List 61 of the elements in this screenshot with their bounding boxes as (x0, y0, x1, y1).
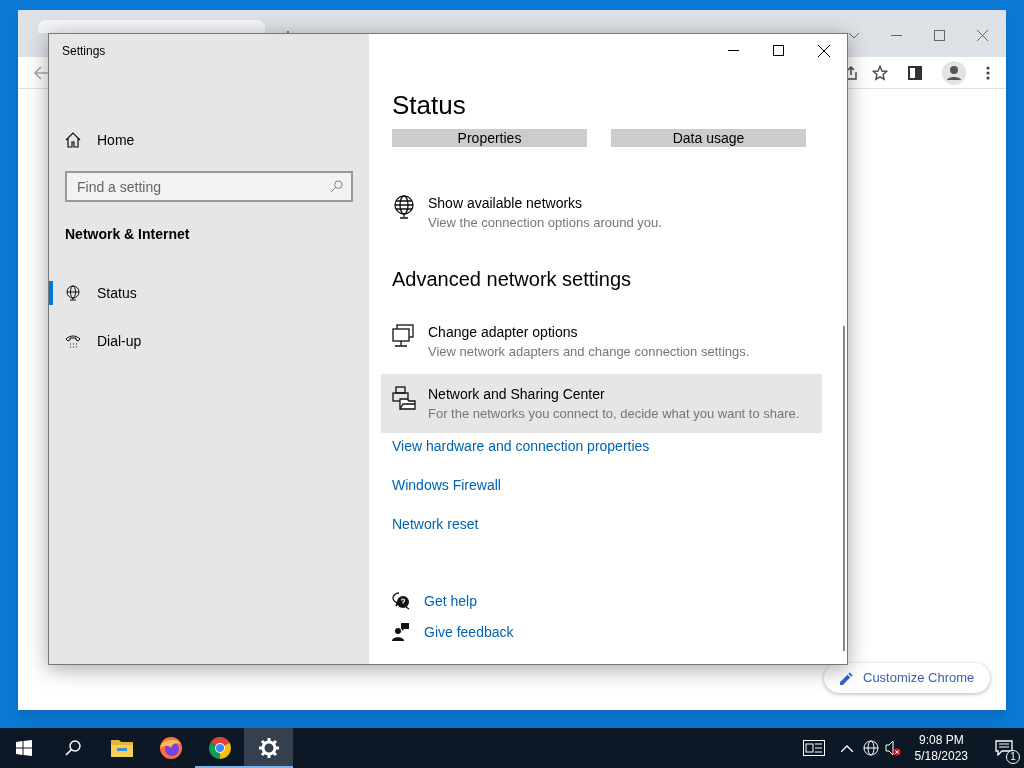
windows-logo-icon (16, 740, 32, 756)
notification-button[interactable]: 1 (984, 728, 1024, 768)
help-bubble-icon (392, 592, 410, 610)
link[interactable]: Give feedback (424, 622, 514, 642)
share-icon[interactable] (848, 65, 858, 80)
computer-icon (392, 324, 416, 348)
clock-time[interactable]: 9:08 PM (918, 732, 964, 748)
gear-icon (258, 738, 279, 758)
clock-date[interactable]: 5/18/2023 (914, 748, 968, 764)
folder-icon (110, 739, 133, 757)
maximize-icon[interactable] (773, 45, 784, 56)
fox-browser-icon (158, 736, 183, 760)
globe-icon[interactable] (862, 740, 879, 756)
window-title: Settings (62, 42, 106, 60)
star-icon[interactable] (872, 64, 888, 81)
page-title: Status (392, 89, 467, 121)
feedback-icon (392, 623, 410, 641)
item-title: Network and Sharing Center (428, 385, 606, 404)
home-item[interactable]: Home (65, 129, 353, 151)
section-heading: Network & Internet (65, 225, 191, 244)
taskbar-app[interactable] (244, 728, 293, 768)
item-description: View the connection options around you. (428, 214, 662, 232)
chevron-up-icon[interactable] (840, 744, 853, 752)
chevron-down-icon[interactable] (849, 32, 859, 39)
nav-item[interactable]: Dial-up (49, 329, 369, 353)
search-field[interactable]: Find a setting (65, 171, 353, 202)
search-icon (330, 180, 343, 193)
item-title: Change adapter options (428, 323, 579, 342)
chrome-icon (207, 736, 232, 760)
globe-icon (392, 195, 416, 219)
close-icon[interactable] (818, 44, 830, 57)
item-title: Show available networks (428, 194, 584, 213)
section-heading: Advanced network settings (392, 267, 633, 292)
item-description: View network adapters and change connection settings. (428, 343, 750, 361)
muted-speaker-icon[interactable] (884, 740, 901, 756)
scrollbar[interactable] (843, 326, 845, 651)
action-button[interactable]: Data usage (611, 129, 806, 147)
nav-item[interactable]: Status (49, 281, 369, 305)
globe-icon (65, 285, 81, 301)
home-icon (65, 132, 81, 148)
chat-icon (995, 740, 1013, 756)
news-icon[interactable] (802, 740, 825, 756)
link[interactable]: View hardware and connection properties (392, 436, 650, 456)
search-icon (64, 740, 81, 756)
notification-count: 1 (1006, 750, 1020, 764)
link[interactable]: Get help (424, 591, 477, 611)
settings-link-item[interactable]: Show available networks View the connection options around you. (381, 183, 822, 242)
link[interactable]: Network reset (392, 514, 479, 534)
item-description: For the networks you connect to, decide what you want to share. (428, 405, 800, 423)
settings-link-item[interactable]: Change adapter options View network adapters and change connection settings. (381, 312, 822, 371)
side-panel-icon[interactable] (908, 65, 922, 80)
selection-bar (49, 281, 53, 305)
link[interactable]: Windows Firewall (392, 475, 501, 495)
phone-icon (65, 333, 81, 349)
pencil-icon (840, 671, 853, 685)
settings-link-item[interactable]: Network and Sharing Center For the networks you connect to, decide what you want to share. (381, 374, 822, 433)
profile-icon[interactable] (942, 60, 966, 85)
action-button[interactable]: Properties (392, 129, 587, 147)
printer-folder-icon (392, 386, 416, 410)
menu-icon[interactable] (986, 65, 990, 80)
customize-chrome-button[interactable]: Customize Chrome (824, 663, 991, 693)
